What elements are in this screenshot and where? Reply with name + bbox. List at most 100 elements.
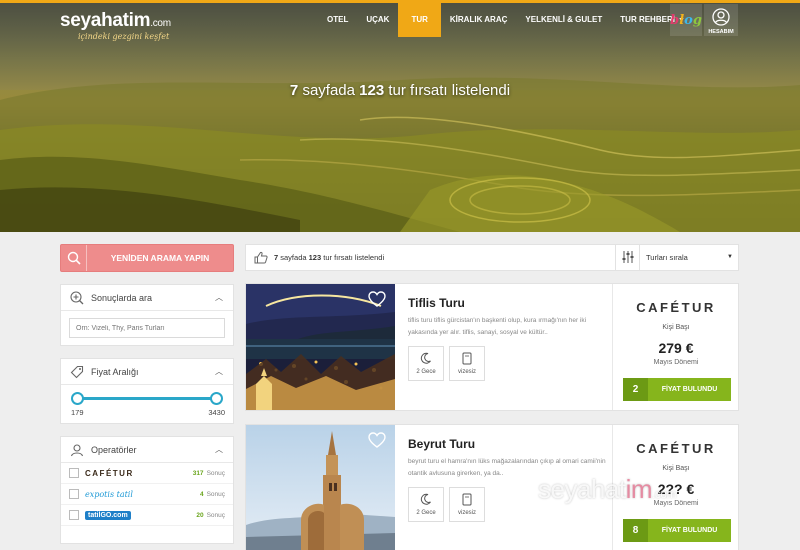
operator-name: CAFÉTUR — [85, 468, 134, 478]
operator-logo: CAFÉTUR — [636, 441, 716, 456]
account-button[interactable]: HESABIM — [704, 4, 738, 36]
search-results-panel: Sonuçlarda ara ︿ — [60, 284, 234, 346]
passport-icon — [462, 493, 472, 506]
sliders-icon — [622, 251, 634, 263]
operators-panel-title: Operatörler — [91, 444, 137, 455]
visa-feature: vizesiz — [449, 487, 485, 522]
operator-checkbox[interactable] — [69, 489, 79, 499]
nights-feature: 2 Gece — [408, 487, 444, 522]
heart-icon[interactable] — [368, 291, 386, 307]
nav-kiralik-arac[interactable]: KİRALIK ARAÇ — [441, 3, 516, 37]
nav-tur[interactable]: TUR — [398, 3, 441, 37]
visa-label: vizesiz — [457, 369, 476, 375]
new-search-button[interactable]: YENİDEN ARAMA YAPIN — [60, 244, 234, 272]
thumbs-up-icon — [254, 251, 268, 264]
prices-found-button[interactable]: 8 FİYAT BULUNDU — [623, 519, 731, 542]
nights-feature: 2 Gece — [408, 346, 444, 381]
tour-title[interactable]: Beyrut Turu — [408, 437, 475, 451]
nights-label: 2 Gece — [416, 369, 436, 375]
watermark-main: seyahat — [538, 474, 626, 504]
visa-feature: vizesiz — [449, 346, 485, 381]
results-bar: 7 sayfada 123 tur fırsatı listelendi Tur… — [245, 244, 739, 271]
operator-row[interactable]: CAFÉTUR 317 Sonuç — [61, 463, 233, 484]
price-box: CAFÉTUR Kişi Başı 279 € Mayıs Dönemi 2 F… — [612, 284, 739, 410]
results-pages: 7 — [274, 253, 279, 262]
price-tag-icon — [70, 365, 84, 378]
operator-checkbox[interactable] — [69, 468, 79, 478]
watermark: seyahatim.com — [538, 474, 677, 505]
site-logo[interactable]: seyahatim.com içindeki gezgini keşfet — [60, 10, 171, 41]
price-slider[interactable]: 179 3430 — [69, 385, 225, 417]
account-label: HESABIM — [708, 29, 734, 35]
nav-otel[interactable]: OTEL — [318, 3, 357, 37]
slider-track — [77, 397, 217, 400]
results-count: 123 — [308, 253, 322, 262]
tour-title[interactable]: Tiflis Turu — [408, 296, 465, 310]
moon-icon — [420, 493, 431, 505]
search-panel-title: Sonuçlarda ara — [91, 292, 153, 303]
hero-pages-text: sayfada — [302, 82, 355, 99]
operator-count: 20 — [196, 511, 204, 519]
price-count: 8 — [623, 519, 648, 542]
search-icon — [67, 251, 81, 265]
per-person-label: Kişi Başı — [662, 465, 690, 472]
collapse-icon[interactable]: ︿ — [215, 292, 223, 303]
moon-icon — [420, 352, 431, 364]
blog-link[interactable]: blog — [670, 4, 702, 36]
operator-unit: Sonuç — [206, 469, 225, 477]
zoom-search-icon — [70, 290, 84, 304]
collapse-icon[interactable]: ︿ — [215, 444, 223, 455]
hero-count: 123 — [359, 82, 385, 99]
logo-name: seyahatim — [60, 10, 151, 31]
nav-ucak[interactable]: UÇAK — [357, 3, 398, 37]
operator-name: tatilGO.com — [85, 510, 131, 520]
slider-min-handle[interactable] — [71, 392, 84, 405]
hero-banner: seyahatim.com içindeki gezgini keşfet OT… — [0, 0, 800, 232]
operator-unit: Sonuç — [206, 490, 225, 498]
operators-panel: Operatörler ︿ CAFÉTUR 317 Sonuç expotis t… — [60, 436, 234, 544]
user-icon — [712, 8, 730, 26]
results-pages-text: sayfada — [280, 253, 307, 262]
operator-row[interactable]: expotis tatil 4 Sonuç — [61, 484, 233, 505]
per-person-label: Kişi Başı — [662, 324, 690, 331]
visa-label: vizesiz — [457, 510, 476, 516]
operator-logo: CAFÉTUR — [636, 300, 716, 315]
caret-down-icon: ▼ — [727, 254, 733, 260]
logo-domain: .com — [150, 18, 171, 29]
operator-count: 4 — [199, 490, 204, 498]
operator-name: expotis tatil — [85, 489, 133, 499]
operator-user-icon — [70, 443, 84, 456]
price-max: 3430 — [208, 408, 225, 417]
hero-pages: 7 — [289, 82, 299, 99]
operator-checkbox[interactable] — [69, 510, 79, 520]
results-suffix: tur fırsatı listelendi — [323, 253, 385, 262]
prices-found-button[interactable]: 2 FİYAT BULUNDU — [623, 378, 731, 401]
price-min: 179 — [71, 408, 84, 417]
operator-unit: Sonuç — [206, 511, 225, 519]
sort-dropdown[interactable]: Turları sırala ▼ — [615, 245, 739, 270]
season-label: Mayıs Dönemi — [653, 359, 699, 366]
logo-tagline: içindeki gezgini keşfet — [78, 32, 170, 41]
filter-search-input[interactable] — [69, 318, 225, 338]
price-range-panel: Fiyat Aralığı ︿ 179 3430 — [60, 358, 234, 424]
operator-row[interactable]: tatilGO.com 20 Sonuç — [61, 505, 233, 526]
slider-max-handle[interactable] — [210, 392, 223, 405]
tour-price: 279 € — [658, 340, 694, 356]
new-search-label: YENİDEN ARAMA YAPIN — [110, 253, 210, 263]
price-panel-title: Fiyat Aralığı — [91, 366, 139, 377]
price-count: 2 — [623, 378, 648, 401]
nav-yelkenli-gulet[interactable]: YELKENLİ & GULET — [516, 3, 611, 37]
results-summary: 7 sayfada 123 tur fırsatı listelendi — [274, 245, 384, 270]
sort-label: Turları sırala — [646, 253, 688, 262]
nav-tur-rehberi-label: TUR REHBERİ — [620, 15, 675, 24]
nights-label: 2 Gece — [416, 510, 436, 516]
tour-card[interactable]: Tiflis Turu tiflis turu tiflis gürcistan… — [245, 283, 739, 411]
watermark-domain: .com — [652, 487, 677, 501]
prices-found-label: FİYAT BULUNDU — [648, 519, 731, 542]
heart-icon[interactable] — [368, 432, 386, 448]
passport-icon — [462, 352, 472, 365]
watermark-im: im — [625, 474, 653, 504]
collapse-icon[interactable]: ︿ — [215, 366, 223, 377]
hero-title: 7 sayfada 123 tur fırsatı listelendi — [0, 82, 800, 99]
prices-found-label: FİYAT BULUNDU — [648, 378, 731, 401]
